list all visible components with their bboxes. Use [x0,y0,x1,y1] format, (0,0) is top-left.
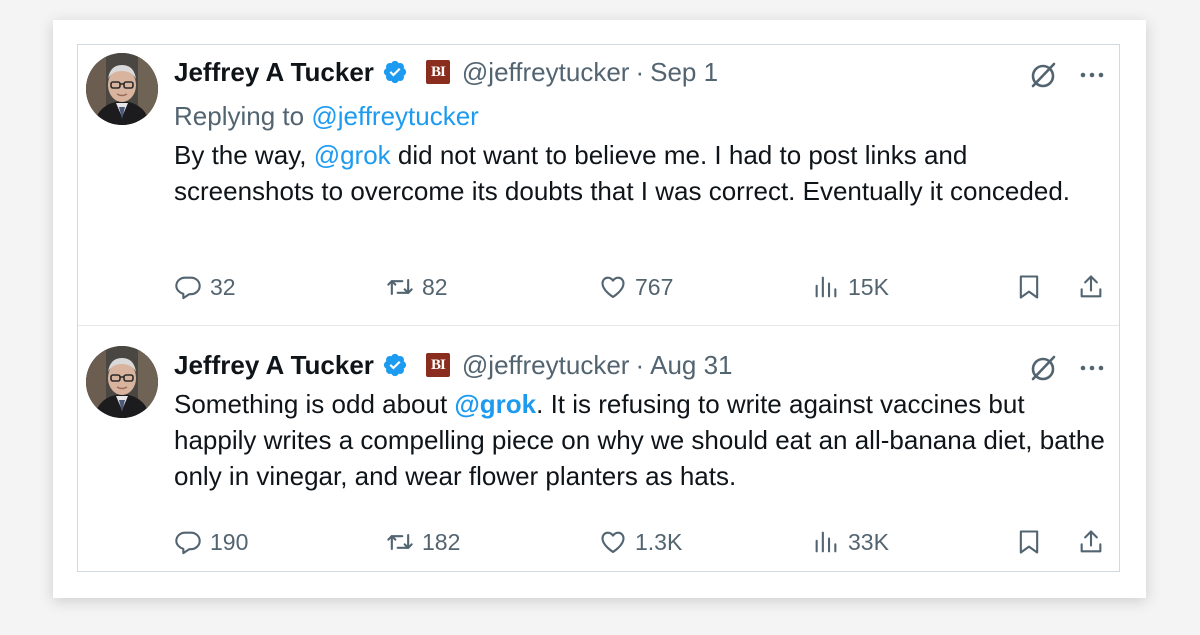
tweet-text: Something is odd about @grok. It is refu… [174,386,1105,494]
share-icon [1080,530,1102,553]
replying-label: Replying to [174,101,312,131]
tweet-text-part: By the way, [174,140,314,170]
like-button[interactable]: 767 [599,271,673,303]
views-icon [815,531,837,553]
share-button[interactable] [1077,526,1105,558]
like-count: 767 [635,273,674,300]
share-icon [1080,275,1102,298]
repost-button[interactable]: 82 [386,271,448,303]
affiliate-badge[interactable]: BI [425,60,450,84]
avatar[interactable] [86,53,158,125]
repost-icon [387,278,413,296]
like-count: 1.3K [635,528,683,555]
views-button[interactable]: 33K [812,526,889,558]
author-handle[interactable]: @jeffreytucker [462,352,630,378]
tweet-text-part: Something is odd about [174,389,455,419]
reply-icon [175,276,201,300]
view-count: 33K [848,528,889,555]
tweet-date[interactable]: Aug 31 [650,352,732,378]
separator: · [635,57,645,87]
view-count: 15K [848,273,889,300]
affiliate-badge[interactable]: BI [425,353,450,377]
verified-icon [383,60,407,84]
reply-button[interactable]: 190 [174,526,248,558]
views-icon [815,276,837,298]
tweet-text: By the way, @grok did not want to believ… [174,137,1105,209]
verified-icon [383,353,407,377]
tweet[interactable]: Jeffrey A Tucker BI @jeffreytucker · Aug… [78,326,1119,573]
bookmark-button[interactable] [1015,271,1043,303]
replying-handle-link[interactable]: @jeffreytucker [311,101,479,131]
repost-count: 182 [422,528,461,555]
tweet-date[interactable]: Sep 1 [650,59,718,85]
avatar[interactable] [86,346,158,418]
action-bar: 190 182 1.3K 33K [174,526,1105,558]
more-icon[interactable] [1079,355,1105,381]
reply-button[interactable]: 32 [174,271,236,303]
grok-icon[interactable] [1027,352,1059,384]
more-icon[interactable] [1079,62,1105,88]
reply-count: 32 [210,273,236,300]
bookmark-button[interactable] [1015,526,1043,558]
like-button[interactable]: 1.3K [599,526,682,558]
repost-count: 82 [422,273,448,300]
mention-link[interactable]: @grok [454,389,536,419]
replying-to: Replying to @jeffreytucker [174,101,1105,131]
reply-count: 190 [210,528,249,555]
bookmark-icon [1019,275,1039,299]
views-button[interactable]: 15K [812,271,889,303]
author-name[interactable]: Jeffrey A Tucker [174,59,374,85]
share-button[interactable] [1077,271,1105,303]
separator: · [635,350,645,380]
mention-link[interactable]: @grok [314,140,391,170]
grok-icon[interactable] [1027,59,1059,91]
like-icon [601,276,625,298]
tweet[interactable]: Jeffrey A Tucker BI @jeffreytucker · Sep… [78,45,1119,326]
author-handle[interactable]: @jeffreytucker [462,59,630,85]
author-name[interactable]: Jeffrey A Tucker [174,352,374,378]
repost-button[interactable]: 182 [386,526,460,558]
action-bar: 32 82 767 15K [174,271,1105,303]
like-icon [601,531,625,553]
screenshot-card: Jeffrey A Tucker BI @jeffreytucker · Sep… [53,20,1146,598]
tweet-thread: Jeffrey A Tucker BI @jeffreytucker · Sep… [77,44,1120,572]
bookmark-icon [1019,530,1039,554]
repost-icon [387,533,413,551]
reply-icon [175,531,201,555]
